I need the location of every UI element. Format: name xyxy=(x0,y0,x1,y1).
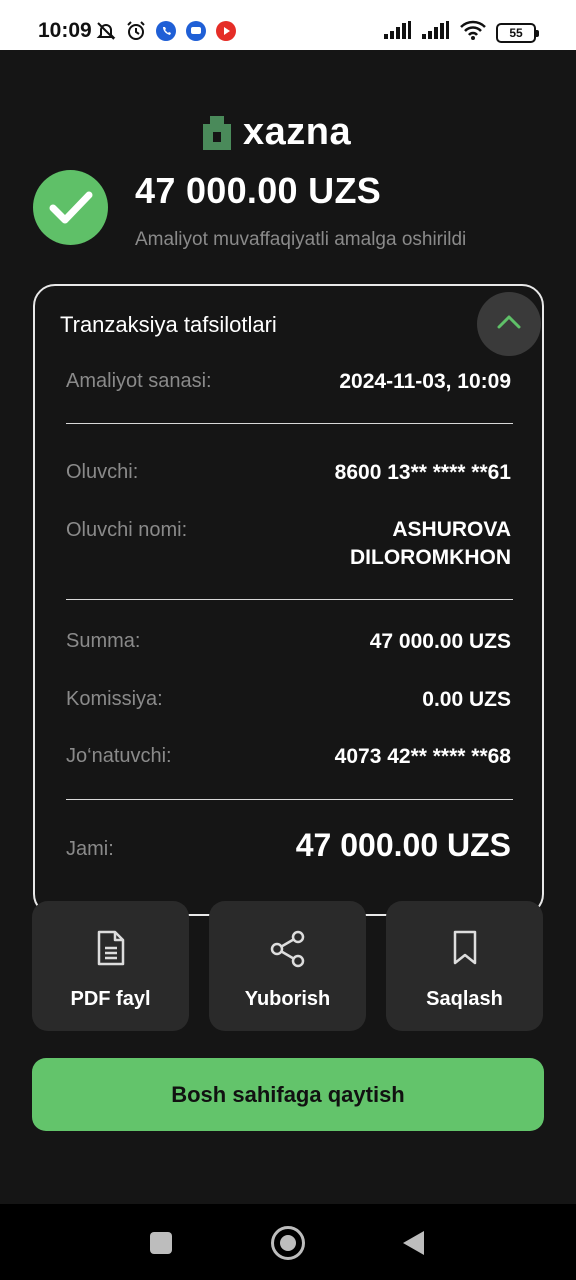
youtube-icon xyxy=(215,20,237,42)
transaction-amount: 47 000.00 UZS xyxy=(135,170,382,211)
recipient-name-line1: ASHUROVA xyxy=(392,518,511,541)
wallet-logo-icon xyxy=(203,115,231,150)
date-label: Amaliyot sanasi: xyxy=(66,370,212,392)
sum-value: 47 000.00 UZS xyxy=(369,630,511,653)
save-button[interactable]: Saqlash xyxy=(386,901,543,1031)
pdf-button-label: PDF fayl xyxy=(70,988,151,1010)
recent-apps-icon[interactable] xyxy=(150,1232,172,1254)
fee-value: 0.00 UZS xyxy=(422,688,511,711)
success-message: Amaliyot muvaffaqiyatli amalga oshirildi xyxy=(135,229,467,250)
recipient-card-value: 8600 13** **** **61 xyxy=(334,461,511,484)
share-icon xyxy=(209,929,366,969)
sender-card-value: 4073 42** **** **68 xyxy=(334,745,511,768)
xazna-logo: xazna xyxy=(203,111,351,154)
date-value: 2024-11-03, 10:09 xyxy=(339,370,511,393)
status-bar: 10:09 55 xyxy=(0,0,576,50)
notification-icons xyxy=(95,20,237,42)
sum-label: Summa: xyxy=(66,630,141,652)
wifi-icon xyxy=(460,20,486,45)
navigation-bar xyxy=(0,1204,576,1280)
home-circle-icon[interactable] xyxy=(271,1226,305,1260)
divider xyxy=(66,599,513,600)
document-icon xyxy=(32,929,189,969)
status-time: 10:09 xyxy=(38,19,92,42)
recipient-name-label: Oluvchi nomi: xyxy=(66,519,188,541)
logo-text: xazna xyxy=(243,111,352,153)
back-to-home-button[interactable]: Bosh sahifaga qaytish xyxy=(32,1058,544,1131)
share-button[interactable]: Yuborish xyxy=(209,901,366,1031)
battery-level: 55 xyxy=(509,25,523,40)
share-button-label: Yuborish xyxy=(244,988,331,1010)
chat-app-icon xyxy=(185,20,207,42)
sender-label: Jo‘natuvchi: xyxy=(66,745,172,767)
signal-icon xyxy=(384,21,412,44)
pdf-button[interactable]: PDF fayl xyxy=(32,901,189,1031)
signal-icon xyxy=(422,21,450,44)
fee-label: Komissiya: xyxy=(66,688,163,710)
battery-icon: 55 xyxy=(496,22,539,43)
divider xyxy=(66,423,513,424)
alarm-icon xyxy=(125,20,147,42)
total-label: Jami: xyxy=(66,838,114,860)
recipient-name-value: ASHUROVA DILOROMKHON xyxy=(350,516,511,572)
muted-bell-icon xyxy=(95,20,117,42)
check-icon xyxy=(33,170,108,245)
transaction-details-card: Tranzaksiya tafsilotlari Amaliyot sanasi… xyxy=(33,284,544,916)
recipient-name-line2: DILOROMKHON xyxy=(350,546,511,569)
back-triangle-icon[interactable] xyxy=(403,1231,424,1255)
system-icons: 55 xyxy=(384,20,539,45)
divider xyxy=(66,799,513,800)
bookmark-icon xyxy=(386,929,543,969)
collapse-button[interactable] xyxy=(477,292,541,356)
recipient-label: Oluvchi: xyxy=(66,461,139,483)
save-button-label: Saqlash xyxy=(426,988,503,1010)
chevron-up-icon xyxy=(496,314,522,335)
phone-app-icon xyxy=(155,20,177,42)
payment-receipt-screen: 10:09 55 xazna 47 000.00 UZS Amaliyot mu… xyxy=(0,0,576,1280)
total-value: 47 000.00 UZS xyxy=(295,827,511,863)
card-title: Tranzaksiya tafsilotlari xyxy=(60,312,277,337)
